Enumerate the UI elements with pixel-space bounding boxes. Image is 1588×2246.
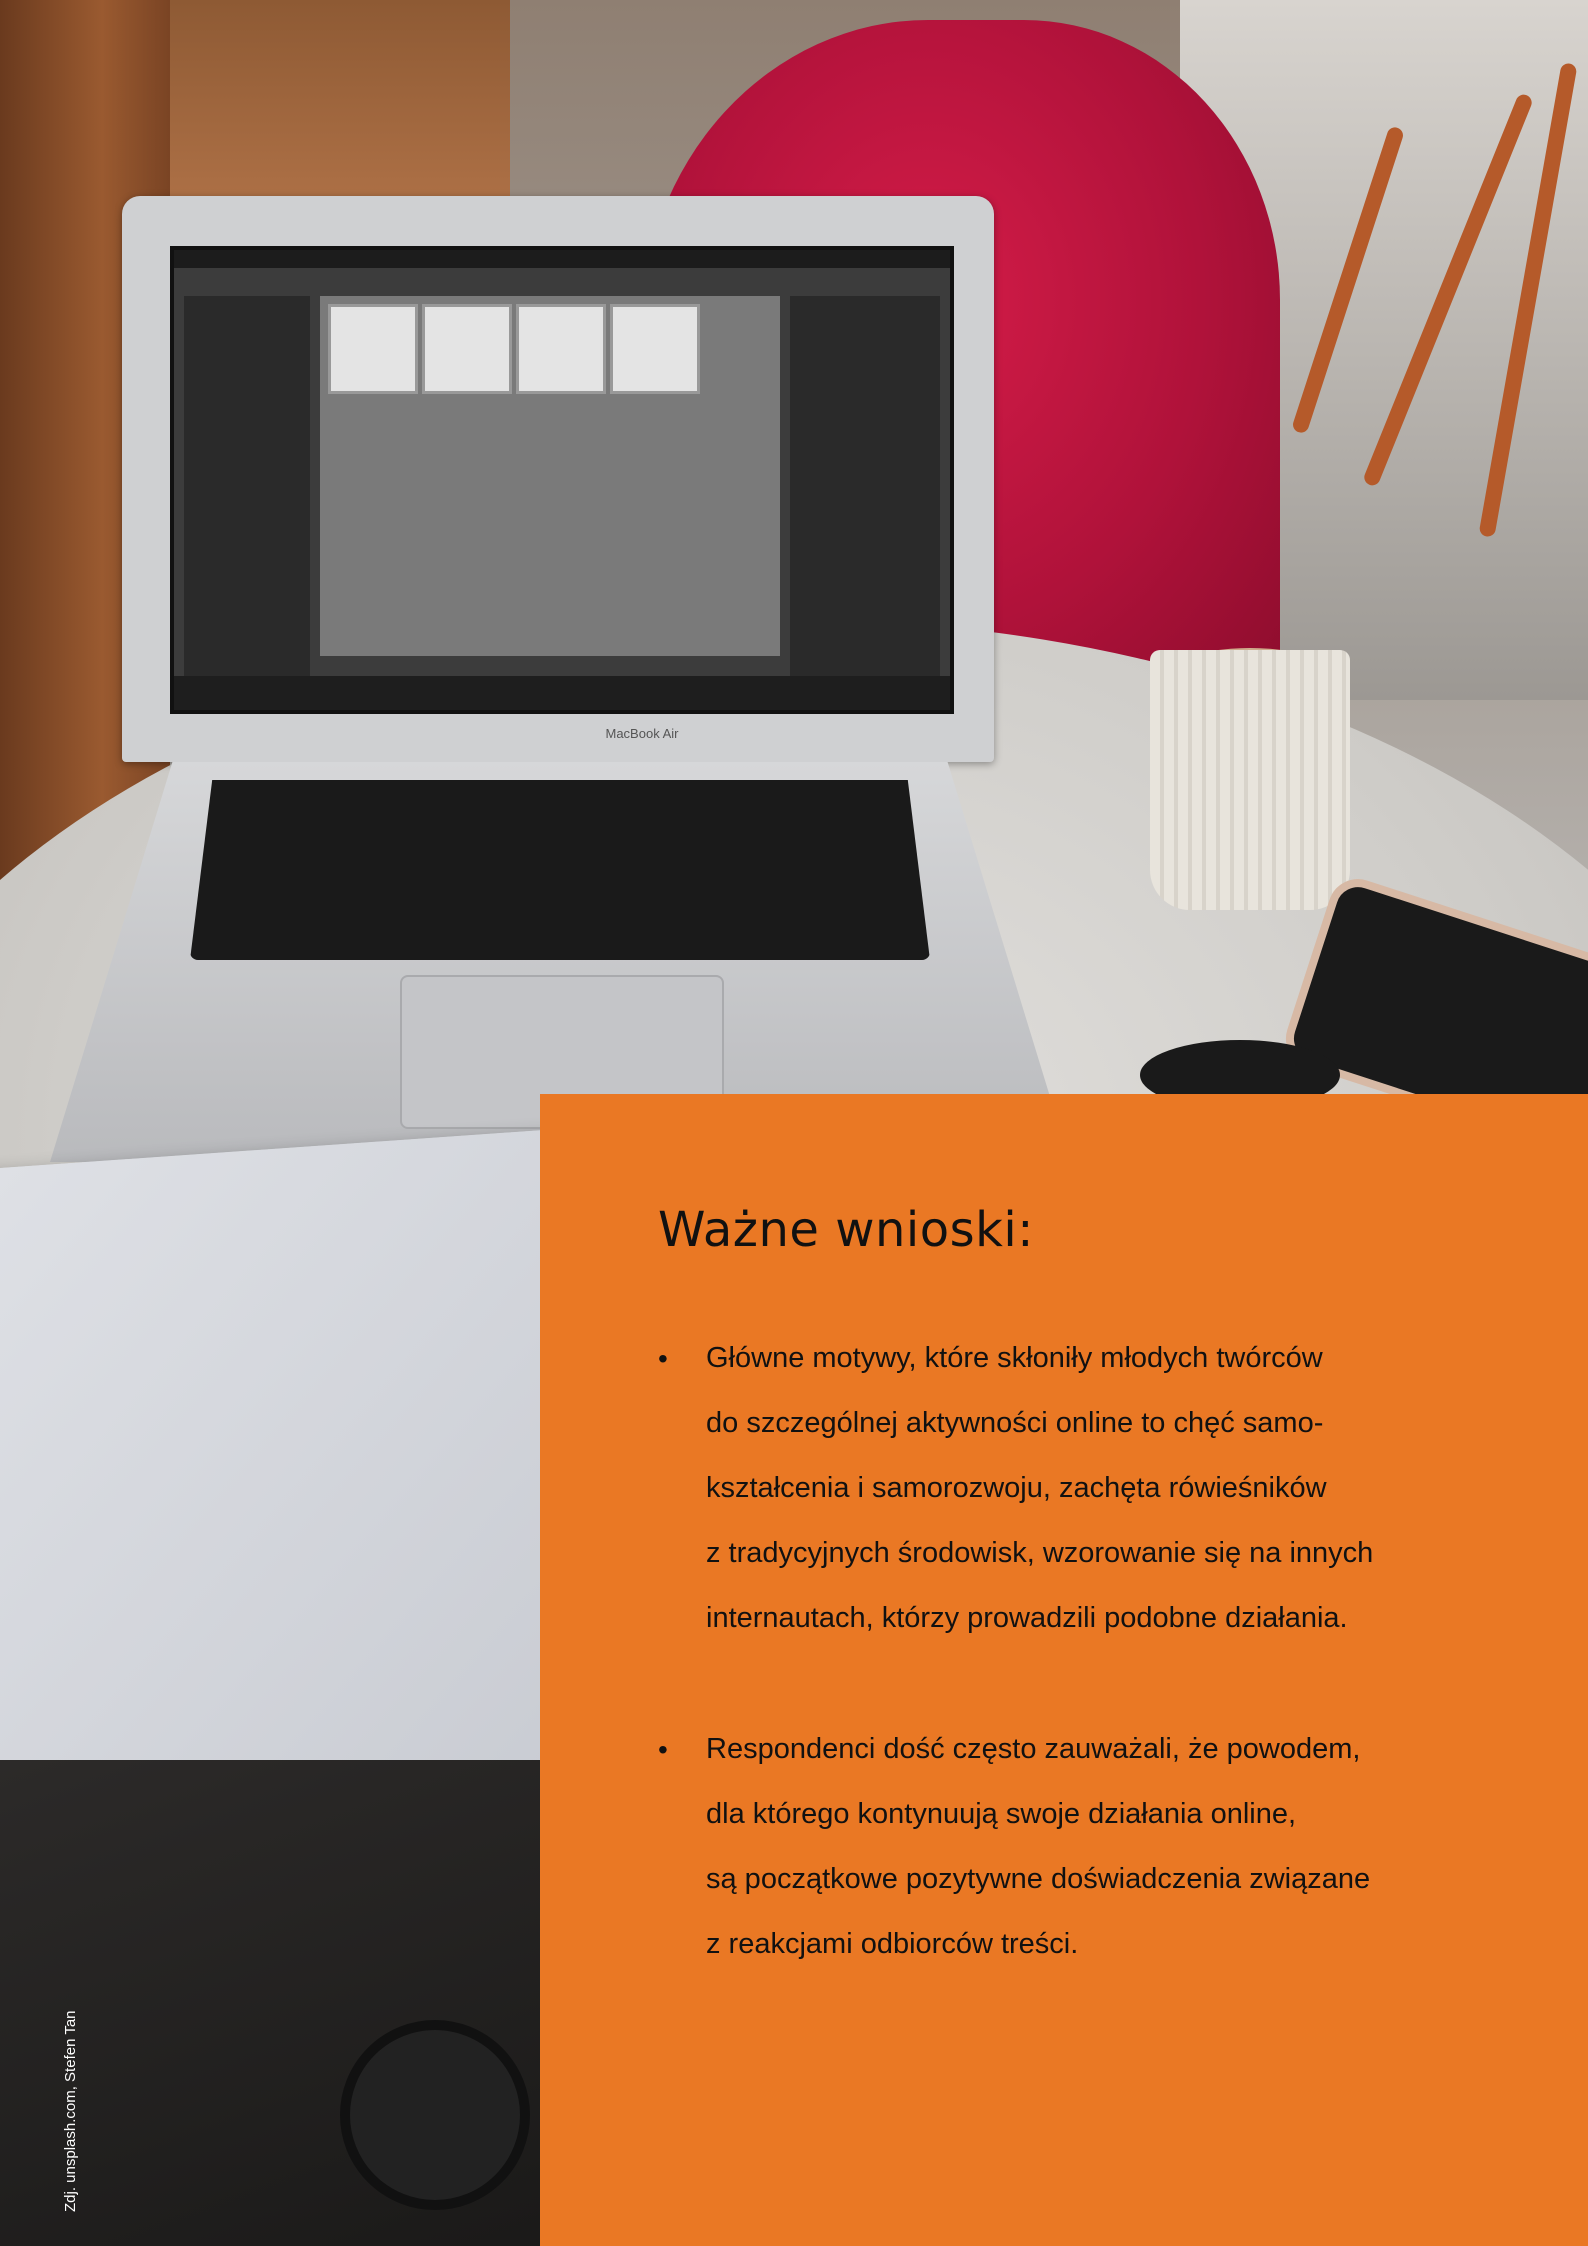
list-item-text: dla którego kontynuują swoje działania o…: [706, 1798, 1297, 1830]
photo-thumbnail: [422, 304, 512, 394]
menu-bar: [174, 250, 950, 268]
lightroom-display: [170, 246, 954, 714]
list-item: • Respondenci dość często zauważali, że …: [658, 1717, 1538, 1977]
coffee-cup: [1150, 650, 1350, 910]
photo-credit: Zdj. unsplash.com, Stefen Tan: [62, 2010, 79, 2212]
list-item-text: do szczególnej aktywności online to chęć…: [706, 1407, 1324, 1439]
histogram-panel: [790, 296, 940, 676]
laptop-screen: MacBook Air: [122, 196, 994, 762]
wooden-panel: [170, 0, 510, 220]
list-item-text: z reakcjami odbiorców treści.: [706, 1928, 1079, 1960]
navigator-panel: [184, 296, 310, 676]
keyboard: [190, 780, 930, 960]
library-grid: [320, 296, 780, 656]
filmstrip: [174, 676, 950, 710]
list-item-text: z tradycyjnych środowisk, wzorowanie się…: [706, 1537, 1374, 1569]
list-item: • Główne motywy, które skłoniły młodych …: [658, 1326, 1538, 1651]
list-item-text: Respondenci dość często zauważali, że po…: [706, 1733, 1361, 1765]
conclusions-list: • Główne motywy, które skłoniły młodych …: [658, 1326, 1538, 2043]
photo-thumbnail: [610, 304, 700, 394]
bullet-icon: •: [658, 1343, 668, 1374]
photo-thumbnail: [516, 304, 606, 394]
list-item-text: kształcenia i samorozwoju, zachęta rówie…: [706, 1472, 1327, 1504]
wristwatch: [340, 2020, 530, 2210]
laptop-model-label: MacBook Air: [605, 726, 679, 741]
list-item-text: internautach, którzy prowadzili podobne …: [706, 1602, 1348, 1634]
panel-title: Ważne wnioski:: [658, 1202, 1034, 1258]
conclusions-panel: Ważne wnioski: • Główne motywy, które sk…: [540, 1094, 1588, 2246]
photo-thumbnail: [328, 304, 418, 394]
list-item-text: są początkowe pozytywne doświadczenia zw…: [706, 1863, 1371, 1895]
bullet-icon: •: [658, 1734, 668, 1765]
list-item-text: Główne motywy, które skłoniły młodych tw…: [706, 1342, 1323, 1374]
